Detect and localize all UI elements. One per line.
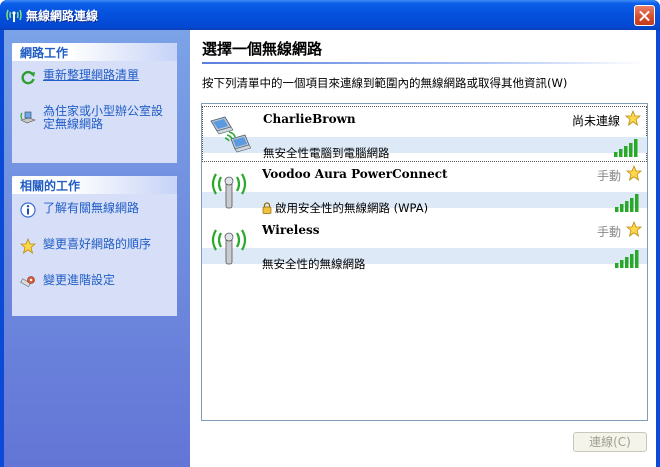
- refresh-network-list-label: 重新整理網路清單: [43, 68, 140, 82]
- related-tasks-heading: 相關的工作: [12, 176, 177, 194]
- star-icon: [626, 165, 642, 181]
- star-icon: [20, 238, 36, 254]
- change-preferred-order-link[interactable]: 變更喜好網路的順序: [12, 236, 177, 272]
- window-title: 無線網路連線: [26, 9, 99, 23]
- setup-wizard-icon: [20, 111, 36, 124]
- wireless-antenna-icon: [211, 173, 247, 209]
- network-security: 啟用安全性的無線網路 (WPA): [275, 201, 429, 215]
- network-tasks-heading: 網路工作: [12, 43, 177, 61]
- lock-icon: [262, 202, 272, 214]
- network-security: 無安全性電腦到電腦網路: [263, 146, 390, 160]
- change-advanced-settings-label: 變更進階設定: [43, 273, 116, 287]
- related-tasks-panel: 相關的工作 了解有關無線網路 變更喜好網路的順序 變更進階設定: [12, 176, 177, 316]
- network-list[interactable]: CharlieBrown 尚未連線 無安全性電腦到電腦網路 Voodoo Aur…: [201, 103, 648, 421]
- network-status: 手動: [596, 169, 621, 183]
- settings-icon: [20, 276, 35, 288]
- learn-about-wireless-link[interactable]: 了解有關無線網路: [12, 200, 177, 236]
- instruction-text: 按下列清單中的一個項目來連線到範圍內的無線網路或取得其他資訊(W): [202, 76, 568, 90]
- refresh-icon: [21, 70, 35, 85]
- close-button[interactable]: [634, 5, 655, 26]
- setup-wireless-network-label-line2: 定無線網路: [43, 117, 104, 131]
- network-tasks-panel: 網路工作 重新整理網路清單 為住家或小型辦公室設 定無線網路: [12, 43, 177, 163]
- title-bar[interactable]: 無線網路連線: [0, 0, 660, 30]
- network-name: CharlieBrown: [263, 112, 356, 126]
- adhoc-computers-icon: [210, 116, 251, 153]
- task-sidebar: 網路工作 重新整理網路清單 為住家或小型辦公室設 定無線網路 相關的工作 了解有…: [4, 30, 190, 467]
- wireless-antenna-icon: [211, 229, 247, 265]
- network-item-voodoo[interactable]: Voodoo Aura PowerConnect 手動 啟用安全性的無線網路 (…: [202, 162, 647, 218]
- signal-strength-icon: [615, 250, 639, 268]
- learn-about-wireless-label: 了解有關無線網路: [43, 201, 140, 215]
- window: 無線網路連線 網路工作 重新整理網路清單 為住家或小型辦公室設 定無線網路 相關…: [0, 0, 660, 467]
- connect-button[interactable]: 連線(C): [573, 432, 647, 452]
- setup-wireless-network-label-line1: 為住家或小型辦公室設: [43, 104, 164, 118]
- network-name: Wireless: [262, 223, 320, 237]
- wireless-network-icon: [6, 9, 22, 22]
- signal-strength-icon: [615, 194, 639, 212]
- refresh-network-list-link[interactable]: 重新整理網路清單: [12, 67, 177, 103]
- change-preferred-order-label: 變更喜好網路的順序: [43, 237, 152, 251]
- change-advanced-settings-link[interactable]: 變更進階設定: [12, 272, 177, 308]
- network-name: Voodoo Aura PowerConnect: [262, 167, 448, 181]
- star-icon: [625, 110, 641, 126]
- network-security: 無安全性的無線網路: [262, 257, 366, 271]
- info-icon: [20, 202, 36, 218]
- setup-wireless-network-link[interactable]: 為住家或小型辦公室設 定無線網路: [12, 103, 177, 147]
- network-item-charliebrown[interactable]: CharlieBrown 尚未連線 無安全性電腦到電腦網路: [202, 106, 647, 162]
- network-security-row: 啟用安全性的無線網路 (WPA): [262, 200, 428, 216]
- window-client: 網路工作 重新整理網路清單 為住家或小型辦公室設 定無線網路 相關的工作 了解有…: [4, 30, 656, 467]
- title-divider: [202, 62, 646, 64]
- network-status: 尚未連線: [571, 114, 620, 128]
- network-status: 手動: [596, 225, 621, 239]
- network-item-wireless[interactable]: Wireless 手動 無安全性的無線網路: [202, 218, 647, 274]
- page-title: 選擇一個無線網路: [202, 40, 323, 58]
- signal-strength-icon: [614, 139, 638, 157]
- star-icon: [626, 221, 642, 237]
